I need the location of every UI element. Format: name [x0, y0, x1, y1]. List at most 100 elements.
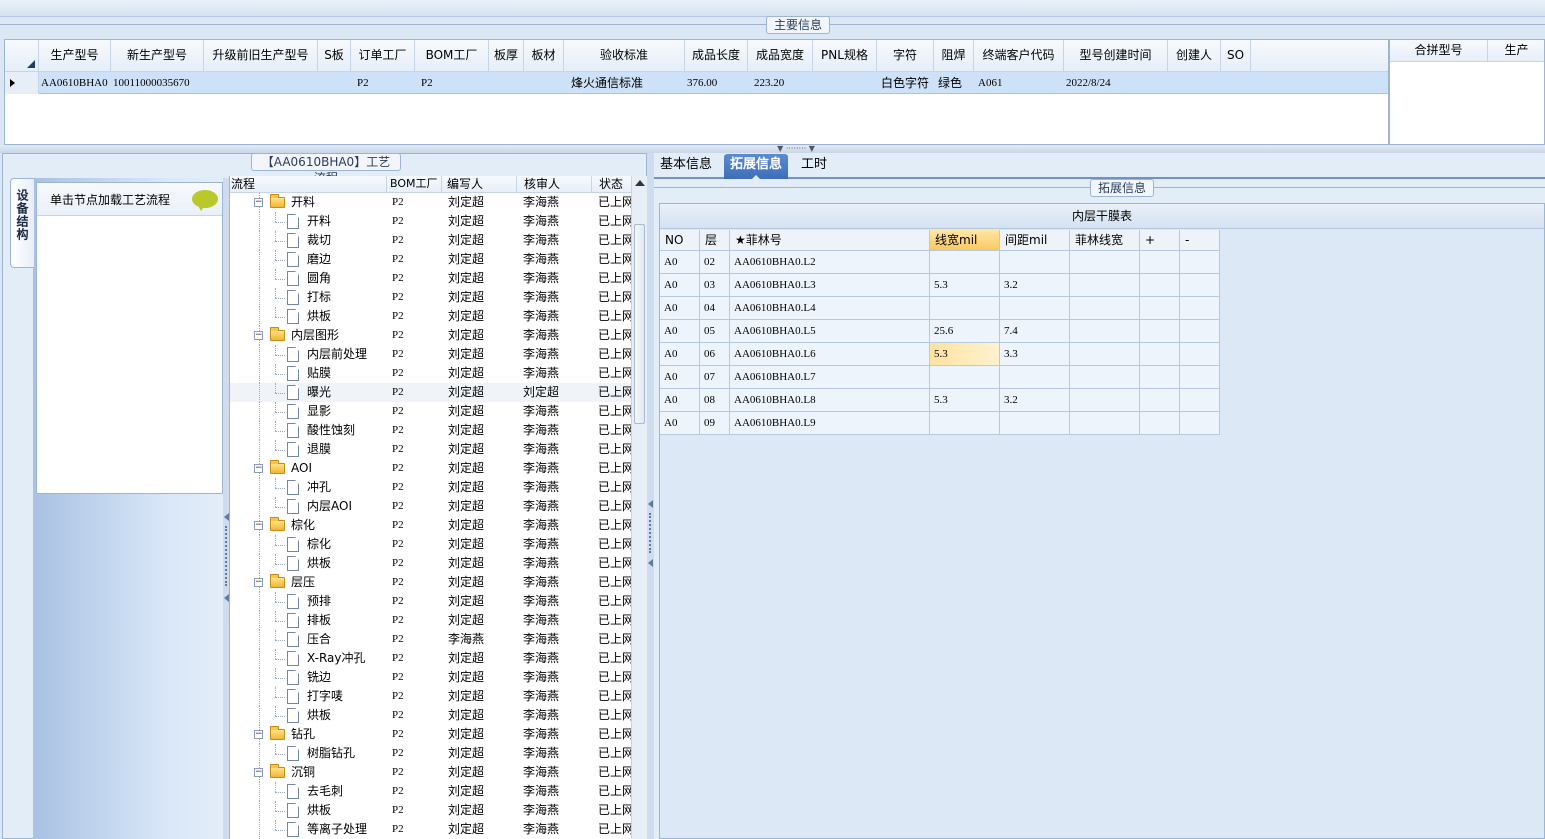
film-cell-layer[interactable]: 03: [700, 274, 730, 297]
tree-row[interactable]: 压合 P2 李海燕 李海燕 已上网: [230, 630, 631, 649]
film-col-header[interactable]: 间距mil: [1000, 230, 1070, 251]
film-cell-minus[interactable]: [1180, 251, 1220, 274]
col-header[interactable]: PNL规格: [813, 40, 877, 72]
film-cell-layer[interactable]: 05: [700, 320, 730, 343]
tree-col-header[interactable]: BOM工厂: [387, 176, 442, 193]
film-remove-button[interactable]: -: [1180, 230, 1220, 251]
tree-row[interactable]: 磨边 P2 刘定超 李海燕 已上网: [230, 250, 631, 269]
horizontal-splitter[interactable]: ▼ ········ ▼: [0, 145, 1545, 153]
scroll-up-icon[interactable]: [635, 180, 645, 186]
film-cell-line-width[interactable]: 25.6: [930, 320, 1000, 343]
col-header[interactable]: 成品宽度: [748, 40, 813, 72]
film-cell-line-width[interactable]: 5.3: [930, 389, 1000, 412]
film-cell-no[interactable]: A0: [660, 297, 700, 320]
col-header[interactable]: 验收标准: [564, 40, 685, 72]
tree-row[interactable]: 打标 P2 刘定超 李海燕 已上网: [230, 288, 631, 307]
chevron-left-icon[interactable]: [648, 559, 653, 567]
collapse-icon[interactable]: −: [254, 198, 263, 207]
film-cell-film-no[interactable]: AA0610BHA0.L4: [730, 297, 930, 320]
col-header[interactable]: BOM工厂: [415, 40, 489, 72]
film-cell-plus[interactable]: [1140, 366, 1180, 389]
cell-creator[interactable]: [1168, 72, 1221, 94]
tree-row[interactable]: 酸性蚀刻 P2 刘定超 李海燕 已上网: [230, 421, 631, 440]
cell-standard[interactable]: 烽火通信标准: [564, 72, 685, 94]
col-header[interactable]: SO: [1221, 40, 1251, 72]
col-header[interactable]: S板: [318, 40, 351, 72]
film-cell-plus[interactable]: [1140, 412, 1180, 435]
film-cell-plus[interactable]: [1140, 274, 1180, 297]
film-cell-spacing[interactable]: 3.3: [1000, 343, 1070, 366]
film-cell-minus[interactable]: [1180, 412, 1220, 435]
tree-row[interactable]: 退膜 P2 刘定超 李海燕 已上网: [230, 440, 631, 459]
tree-row[interactable]: 烘板 P2 刘定超 李海燕 已上网: [230, 307, 631, 326]
tree-row[interactable]: 曝光 P2 刘定超 刘定超 已上网: [230, 383, 631, 402]
film-cell-film-no[interactable]: AA0610BHA0.L2: [730, 251, 930, 274]
chevron-left-icon[interactable]: [648, 500, 653, 508]
speech-bubble-icon[interactable]: [192, 190, 218, 211]
tree-row[interactable]: − 沉铜 P2 刘定超 李海燕 已上网: [230, 763, 631, 782]
film-cell-no[interactable]: A0: [660, 389, 700, 412]
cell-pnl[interactable]: [813, 72, 877, 94]
cell-new-prod-no[interactable]: 10011000035670: [111, 72, 204, 94]
film-cell-no[interactable]: A0: [660, 320, 700, 343]
film-col-header[interactable]: 层: [700, 230, 730, 251]
film-cell-film-width[interactable]: [1070, 297, 1140, 320]
tree-col-header[interactable]: 流程: [230, 176, 387, 193]
col-header[interactable]: 新生产型号: [111, 40, 204, 72]
collapse-icon[interactable]: −: [254, 464, 263, 473]
tree-row[interactable]: 预排 P2 刘定超 李海燕 已上网: [230, 592, 631, 611]
film-cell-film-no[interactable]: AA0610BHA0.L3: [730, 274, 930, 297]
film-cell-minus[interactable]: [1180, 274, 1220, 297]
tree-row[interactable]: 烘板 P2 刘定超 李海燕 已上网: [230, 801, 631, 820]
scroll-thumb[interactable]: [634, 224, 645, 424]
film-cell-minus[interactable]: [1180, 297, 1220, 320]
film-cell-layer[interactable]: 09: [700, 412, 730, 435]
film-cell-no[interactable]: A0: [660, 366, 700, 389]
film-col-header[interactable]: ★菲林号: [730, 230, 930, 251]
cell-customer[interactable]: A061: [974, 72, 1064, 94]
tree-scrollbar[interactable]: [631, 176, 647, 839]
collapse-icon[interactable]: −: [254, 730, 263, 739]
film-col-header[interactable]: NO: [660, 230, 700, 251]
film-cell-plus[interactable]: [1140, 389, 1180, 412]
tab-basic-info[interactable]: 基本信息: [654, 154, 718, 179]
film-cell-layer[interactable]: 07: [700, 366, 730, 389]
film-cell-minus[interactable]: [1180, 366, 1220, 389]
tree-row[interactable]: − 层压 P2 刘定超 李海燕 已上网: [230, 573, 631, 592]
splitter-grip-icon[interactable]: [225, 526, 227, 586]
film-cell-film-width[interactable]: [1070, 274, 1140, 297]
col-header[interactable]: 终端客户代码: [974, 40, 1064, 72]
tree-row[interactable]: X-Ray冲孔 P2 刘定超 李海燕 已上网: [230, 649, 631, 668]
film-cell-line-width[interactable]: [930, 366, 1000, 389]
cell-s-board[interactable]: [318, 72, 351, 94]
film-cell-film-width[interactable]: [1070, 412, 1140, 435]
cell-bom-factory[interactable]: P2: [415, 72, 489, 94]
tree-row[interactable]: 树脂钻孔 P2 刘定超 李海燕 已上网: [230, 744, 631, 763]
collapse-icon[interactable]: −: [254, 331, 263, 340]
tree-row[interactable]: 烘板 P2 刘定超 李海燕 已上网: [230, 554, 631, 573]
tree-row[interactable]: 铣边 P2 刘定超 李海燕 已上网: [230, 668, 631, 687]
tree-row[interactable]: 圆角 P2 刘定超 李海燕 已上网: [230, 269, 631, 288]
col-header[interactable]: 升级前旧生产型号: [204, 40, 318, 72]
cell-order-factory[interactable]: P2: [351, 72, 415, 94]
tree-col-header[interactable]: 编写人: [442, 176, 517, 193]
tree-row[interactable]: − 棕化 P2 刘定超 李海燕 已上网: [230, 516, 631, 535]
film-cell-spacing[interactable]: [1000, 412, 1070, 435]
col-header[interactable]: 合拼型号: [1390, 40, 1488, 62]
col-header[interactable]: 板材: [524, 40, 564, 72]
cell-length[interactable]: 376.00: [685, 72, 748, 94]
film-add-button[interactable]: +: [1140, 230, 1180, 251]
col-header[interactable]: 创建人: [1168, 40, 1221, 72]
cell-prod-no[interactable]: AA0610BHA0: [39, 72, 111, 94]
film-cell-spacing[interactable]: 3.2: [1000, 274, 1070, 297]
film-cell-spacing[interactable]: [1000, 366, 1070, 389]
film-cell-no[interactable]: A0: [660, 274, 700, 297]
tree-row[interactable]: 冲孔 P2 刘定超 李海燕 已上网: [230, 478, 631, 497]
cell-old-prod-no[interactable]: [204, 72, 318, 94]
col-header[interactable]: 型号创建时间: [1064, 40, 1168, 72]
tree-row[interactable]: 打字唛 P2 刘定超 李海燕 已上网: [230, 687, 631, 706]
film-cell-layer[interactable]: 06: [700, 343, 730, 366]
col-header[interactable]: 生产: [1488, 40, 1544, 62]
film-cell-minus[interactable]: [1180, 343, 1220, 366]
tree-row[interactable]: 等离子处理 P2 刘定超 李海燕 已上网: [230, 820, 631, 839]
